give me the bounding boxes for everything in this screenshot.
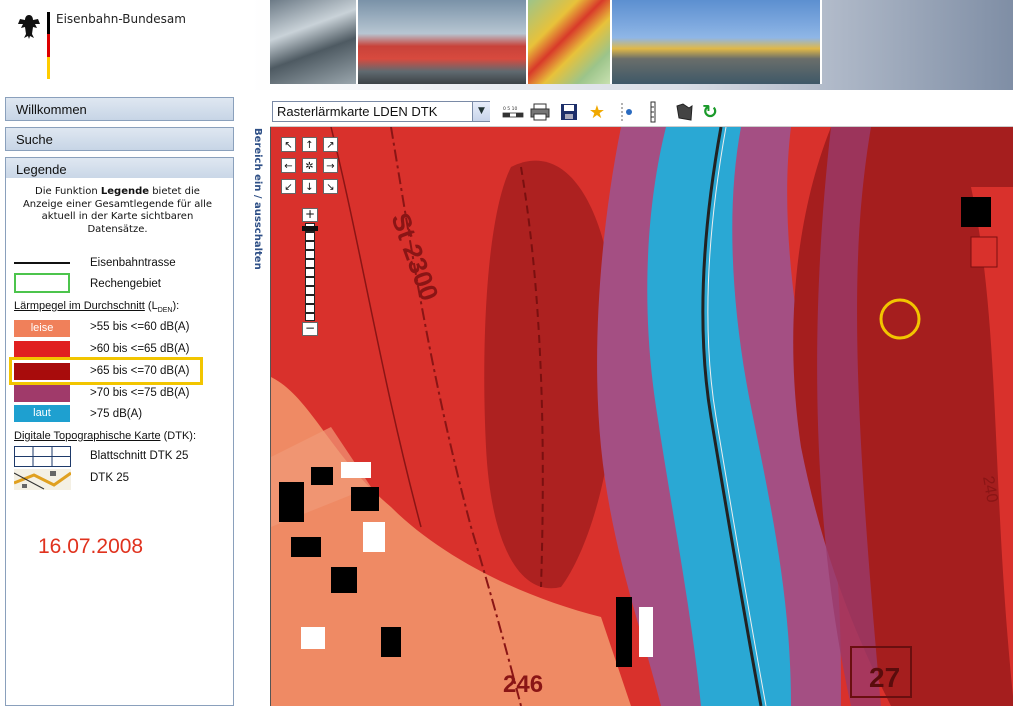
railway-line-swatch <box>14 262 70 264</box>
pan-center-button[interactable]: ✲ <box>302 158 317 173</box>
scale-text: 0 5 10 <box>503 106 517 112</box>
swatch-60-65 <box>14 341 70 358</box>
map-layer-select[interactable]: Rasterlärmkarte LDEN DTK <box>272 101 490 122</box>
favorite-star-icon[interactable]: ★ <box>586 101 608 123</box>
nav-suche[interactable]: Suche <box>5 127 234 151</box>
calc-area-swatch <box>14 273 70 293</box>
noise-heading: Lärmpegel im Durchschnitt (LDEN): <box>14 300 180 315</box>
legend-label-55-60: >55 bis <=60 dB(A) <box>90 321 190 333</box>
brand-title: Eisenbahn-Bundesamt <box>56 12 191 26</box>
legend-label-dtk25: DTK 25 <box>90 472 129 484</box>
zoom-slider[interactable]: + − <box>302 208 318 336</box>
legend-label-75: >75 dB(A) <box>90 408 143 420</box>
zoom-in-button[interactable]: + <box>302 208 318 222</box>
refresh-icon[interactable]: ↻ <box>699 101 721 123</box>
panel-toggle[interactable]: Bereich ein / ausschalten <box>252 128 263 270</box>
federal-eagle-logo <box>18 15 40 39</box>
legend-description: Die Funktion Legende bietet die Anzeige … <box>22 186 213 235</box>
date-stamp: 16.07.2008 <box>38 535 144 558</box>
zoom-scale[interactable] <box>305 223 315 321</box>
pan-hand-icon[interactable] <box>673 101 695 123</box>
save-icon[interactable] <box>558 101 580 123</box>
pan-south-button[interactable]: ↓ <box>302 179 317 194</box>
chevron-down-icon[interactable]: ▼ <box>472 102 490 121</box>
print-icon[interactable] <box>529 101 551 123</box>
pan-southwest-button[interactable]: ↙ <box>281 179 296 194</box>
highlight-box <box>9 357 203 385</box>
legend-label-70-75: >70 bis <=75 dB(A) <box>90 387 190 399</box>
pan-east-button[interactable]: → <box>323 158 338 173</box>
grid-sheet-icon <box>14 446 71 467</box>
scale-icon[interactable]: 0 5 10 <box>502 101 524 123</box>
nav-willkommen[interactable]: Willkommen <box>5 97 234 121</box>
map-label-elevation: 246 <box>503 671 543 698</box>
noise-map[interactable]: St 2300 246 27 240 <box>270 127 1013 706</box>
legend-label-rechengebiet: Rechengebiet <box>90 278 161 290</box>
flag-bar <box>47 12 50 79</box>
header-photo-bridge <box>612 0 822 84</box>
legend-label-blattschnitt: Blattschnitt DTK 25 <box>90 450 189 462</box>
header-photo-highway <box>270 0 358 84</box>
pan-west-button[interactable]: ← <box>281 158 296 173</box>
pan-north-button[interactable]: ↑ <box>302 137 317 152</box>
header-photo-station <box>358 0 528 84</box>
dtk-heading: Digitale Topographische Karte (DTK): <box>14 430 197 442</box>
pan-northwest-button[interactable]: ↖ <box>281 137 296 152</box>
legend-label-60-65: >60 bis <=65 dB(A) <box>90 343 190 355</box>
legend-label-eisenbahntrasse: Eisenbahntrasse <box>90 257 176 269</box>
map-pan-pad: ↖ ↑ ↗ ← ✲ → ↙ ↓ ↘ <box>281 137 339 195</box>
header-photo-map <box>528 0 612 84</box>
swatch-70-75 <box>14 385 70 402</box>
topo-map-icon <box>14 469 71 490</box>
swatch-75: laut <box>14 405 70 422</box>
zoom-out-button[interactable]: − <box>302 322 318 336</box>
zoom-handle[interactable] <box>302 226 318 231</box>
measure-icon[interactable] <box>642 101 664 123</box>
point-info-icon[interactable] <box>615 101 637 123</box>
swatch-55-60: leise <box>14 320 70 337</box>
map-label-sheet: 27 <box>869 662 900 693</box>
pan-southeast-button[interactable]: ↘ <box>323 179 338 194</box>
pan-northeast-button[interactable]: ↗ <box>323 137 338 152</box>
